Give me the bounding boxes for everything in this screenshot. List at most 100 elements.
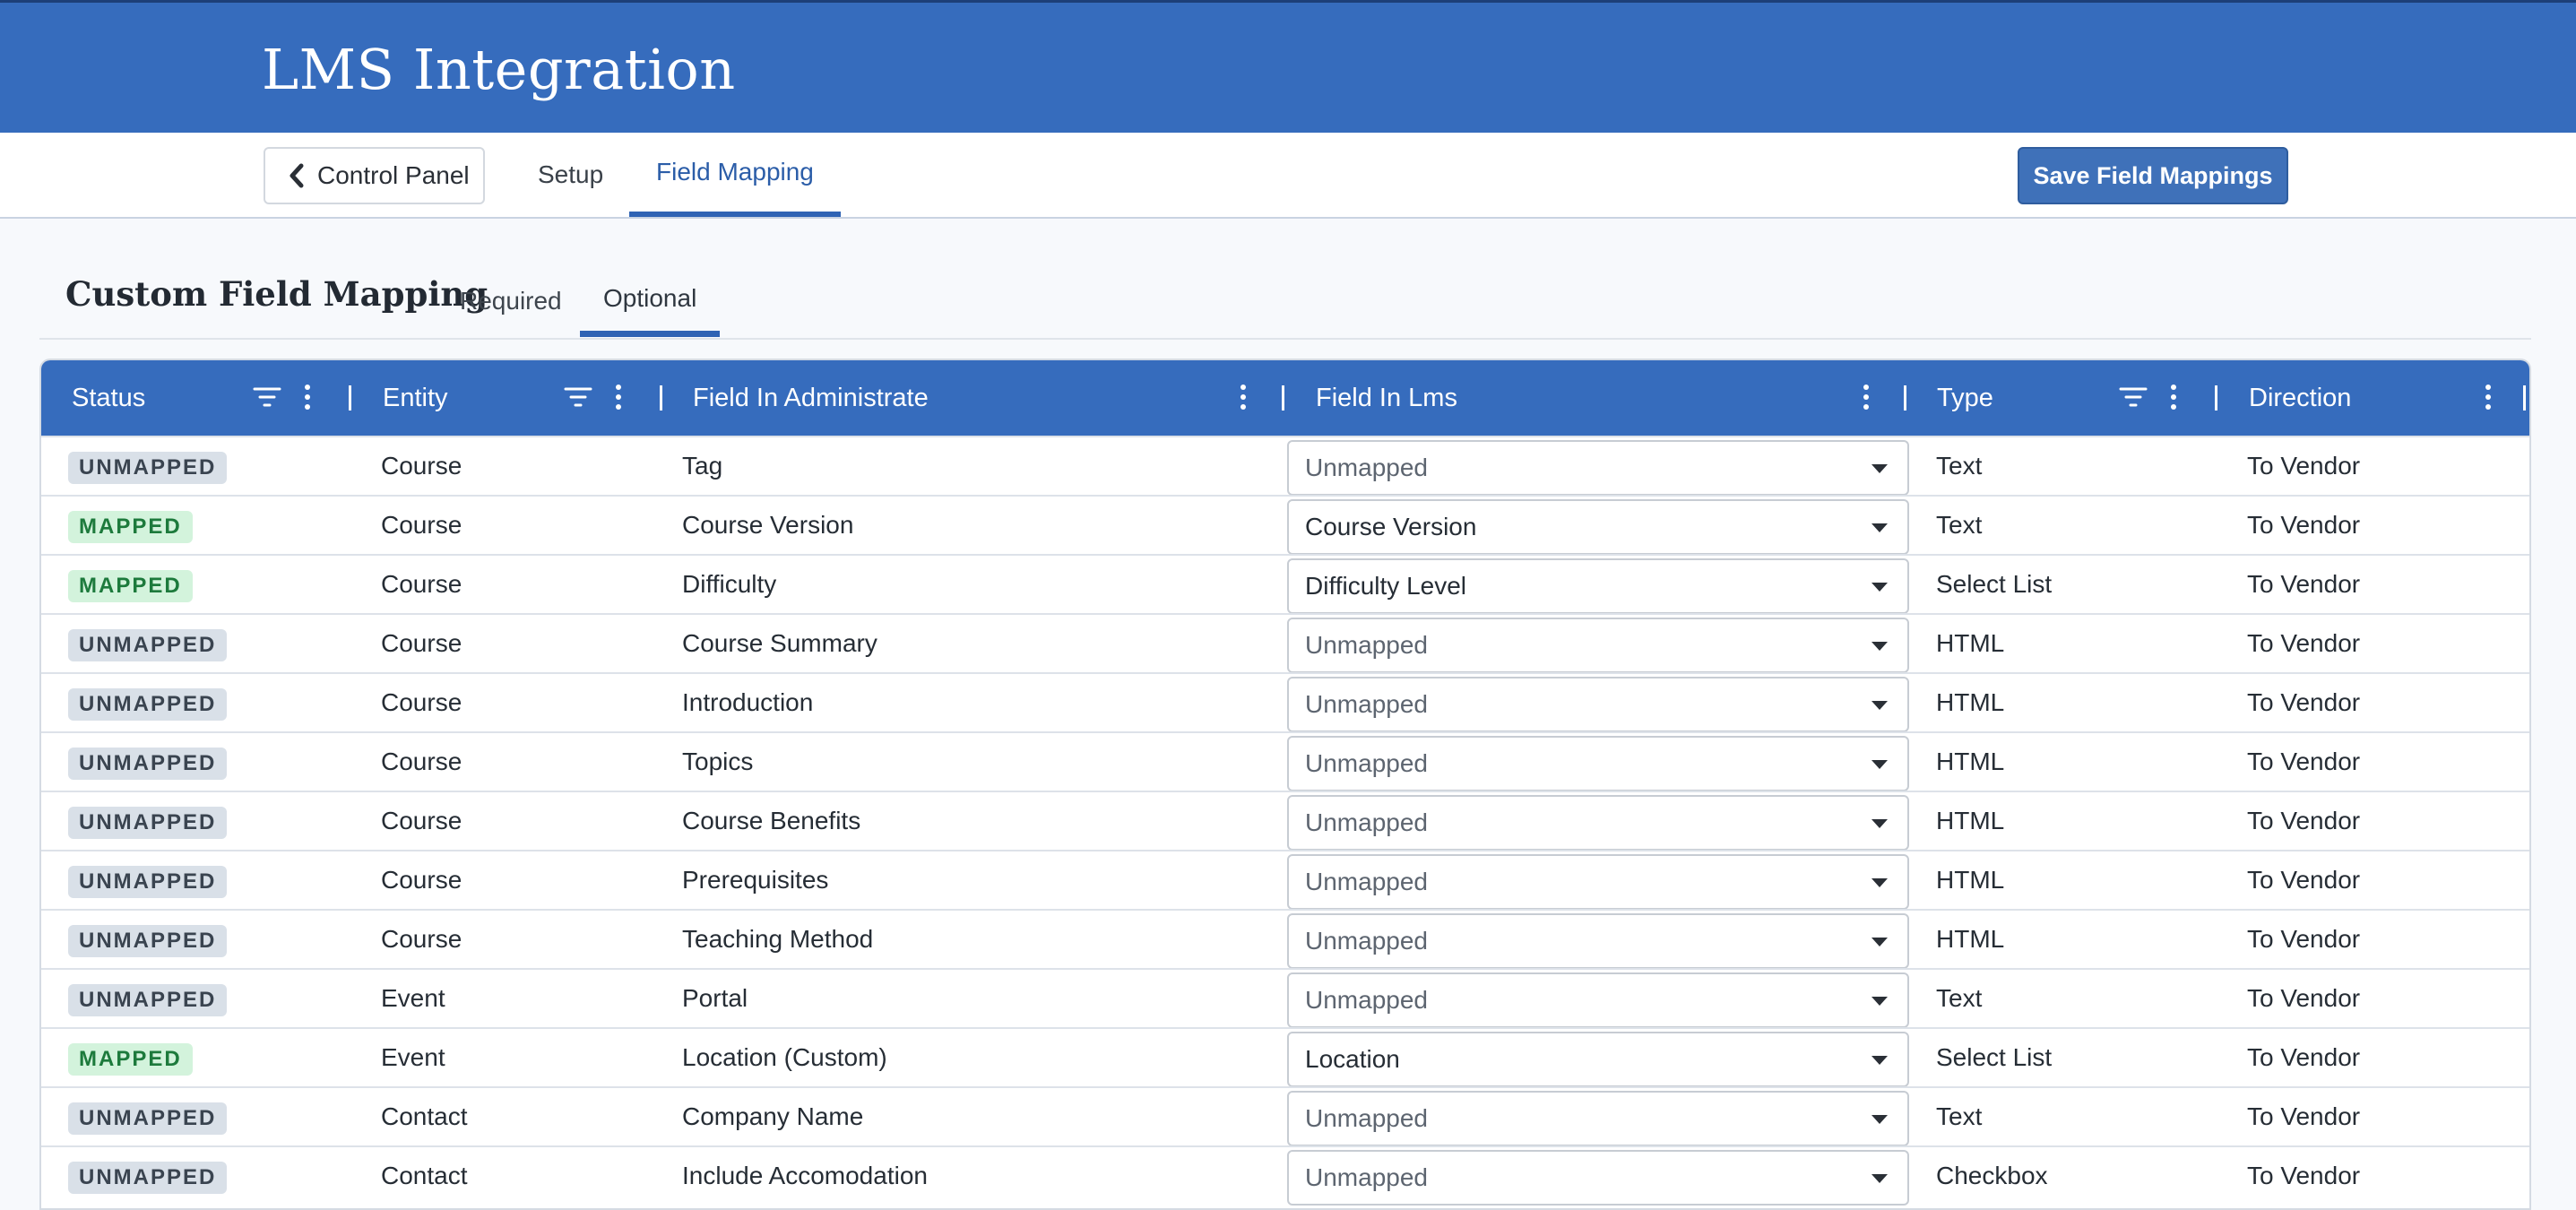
column-header-status[interactable]: Status (72, 360, 145, 436)
status-badge: MAPPED (68, 511, 193, 543)
control-panel-back-button[interactable]: Control Panel (264, 147, 485, 204)
column-header-field-in-lms[interactable]: Field In Lms (1316, 360, 1457, 436)
field-administrate-cell: Location (Custom) (682, 1043, 887, 1071)
field-lms-select[interactable]: Location (1287, 1032, 1909, 1087)
table-row[interactable]: UNMAPPED Contact Include Accomodation Unmap… (41, 1145, 2529, 1206)
caret-down-icon (1871, 819, 1888, 828)
field-lms-value: Difficulty Level (1305, 572, 1467, 600)
type-cell: HTML (1936, 748, 2005, 775)
filter-icon[interactable] (253, 384, 281, 411)
entity-cell: Course (381, 866, 462, 894)
nav-bar: Control Panel Setup Field Mapping Save F… (0, 133, 2576, 219)
app-header: LMS Integration (0, 0, 2576, 133)
field-lms-select[interactable]: Unmapped (1287, 677, 1909, 732)
field-lms-select[interactable]: Course Version (1287, 499, 1909, 555)
entity-cell: Event (381, 984, 445, 1012)
table-row[interactable]: UNMAPPED Event Portal Unmapped Text To Vendor (41, 968, 2529, 1028)
type-cell: Text (1936, 452, 1983, 480)
field-lms-select[interactable]: Difficulty Level (1287, 558, 1909, 614)
field-lms-select[interactable]: Unmapped (1287, 795, 1909, 851)
save-field-mappings-button[interactable]: Save Field Mappings (2018, 147, 2288, 204)
column-resize-handle[interactable] (2215, 385, 2217, 411)
status-badge: UNMAPPED (68, 629, 228, 661)
tab-field-mapping[interactable]: Field Mapping (629, 133, 841, 217)
field-lms-value: Unmapped (1305, 690, 1428, 718)
direction-cell: To Vendor (2247, 452, 2361, 480)
subtab-optional[interactable]: Optional (580, 265, 721, 337)
field-lms-select[interactable]: Unmapped (1287, 972, 1909, 1028)
field-administrate-cell: Introduction (682, 688, 814, 716)
type-cell: Select List (1936, 1043, 2053, 1071)
column-resize-handle[interactable] (1282, 385, 1284, 411)
field-lms-value: Unmapped (1305, 808, 1428, 836)
field-lms-select[interactable]: Unmapped (1287, 618, 1909, 673)
field-lms-value: Course Version (1305, 513, 1477, 540)
status-badge: UNMAPPED (68, 1162, 228, 1194)
entity-cell: Course (381, 807, 462, 834)
tab-setup[interactable]: Setup (538, 133, 603, 217)
column-resize-handle[interactable] (660, 385, 662, 411)
app-title: LMS Integration (262, 37, 736, 102)
table-row[interactable]: UNMAPPED Course Tag Unmapped Text To Vendor (41, 436, 2529, 496)
direction-cell: To Vendor (2247, 866, 2361, 894)
status-badge: UNMAPPED (68, 807, 228, 839)
caret-down-icon (1871, 938, 1888, 946)
entity-cell: Course (381, 570, 462, 598)
column-resize-handle[interactable] (1904, 385, 1906, 411)
direction-cell: To Vendor (2247, 570, 2361, 598)
direction-cell: To Vendor (2247, 807, 2361, 834)
entity-cell: Course (381, 511, 462, 539)
caret-down-icon (1871, 760, 1888, 769)
field-lms-select[interactable]: Unmapped (1287, 736, 1909, 791)
direction-cell: To Vendor (2247, 1102, 2361, 1130)
filter-icon[interactable] (564, 384, 592, 411)
column-resize-handle[interactable] (349, 385, 351, 411)
field-lms-select[interactable]: Unmapped (1287, 1150, 1909, 1206)
table-row[interactable]: UNMAPPED Course Prerequisites Unmapped HTML T… (41, 850, 2529, 910)
status-badge: UNMAPPED (68, 748, 228, 780)
column-menu-icon[interactable] (614, 384, 623, 411)
field-lms-value: Unmapped (1305, 749, 1428, 777)
entity-cell: Course (381, 688, 462, 716)
table-row[interactable]: UNMAPPED Course Teaching Method Unmapped HTM… (41, 909, 2529, 969)
column-resize-handle[interactable] (2523, 385, 2526, 411)
table-row[interactable]: UNMAPPED Course Topics Unmapped HTML To Vendo… (41, 731, 2529, 791)
table-row[interactable]: UNMAPPED Course Course Summary Unmapped HTML… (41, 613, 2529, 673)
direction-cell: To Vendor (2247, 748, 2361, 775)
field-lms-select[interactable]: Unmapped (1287, 440, 1909, 496)
column-menu-icon[interactable] (303, 384, 312, 411)
table-row[interactable]: UNMAPPED Contact Company Name Unmapped Text T… (41, 1086, 2529, 1146)
subtab-required[interactable]: Required (460, 265, 562, 337)
caret-down-icon (1871, 1056, 1888, 1065)
field-lms-select[interactable]: Unmapped (1287, 854, 1909, 910)
column-menu-icon[interactable] (2484, 384, 2493, 411)
column-header-direction[interactable]: Direction (2249, 360, 2351, 436)
table-row[interactable]: MAPPED Event Location (Custom) Location Sele… (41, 1027, 2529, 1087)
column-menu-icon[interactable] (2169, 384, 2178, 411)
table-row[interactable]: UNMAPPED Course Introduction Unmapped HTML To… (41, 672, 2529, 732)
type-cell: HTML (1936, 688, 2005, 716)
direction-cell: To Vendor (2247, 629, 2361, 657)
direction-cell: To Vendor (2247, 1162, 2361, 1189)
chevron-left-icon (290, 163, 304, 188)
entity-cell: Course (381, 452, 462, 480)
table-row[interactable]: MAPPED Course Difficulty Difficulty Level Se… (41, 554, 2529, 614)
field-lms-value: Unmapped (1305, 454, 1428, 481)
field-lms-select[interactable]: Unmapped (1287, 913, 1909, 969)
field-administrate-cell: Include Accomodation (682, 1162, 928, 1189)
grid-header: Status Entity Field In Administrate Fiel… (41, 360, 2529, 436)
column-menu-icon[interactable] (1862, 384, 1871, 411)
column-header-type[interactable]: Type (1937, 360, 1993, 436)
column-menu-icon[interactable] (1239, 384, 1248, 411)
status-badge: UNMAPPED (68, 452, 228, 484)
status-badge: MAPPED (68, 1043, 193, 1076)
column-header-entity[interactable]: Entity (383, 360, 448, 436)
field-lms-select[interactable]: Unmapped (1287, 1091, 1909, 1146)
field-lms-value: Unmapped (1305, 1104, 1428, 1132)
column-header-field-in-administrate[interactable]: Field In Administrate (693, 360, 929, 436)
status-badge: UNMAPPED (68, 925, 228, 957)
table-row[interactable]: UNMAPPED Course Course Benefits Unmapped HTM… (41, 791, 2529, 851)
table-row[interactable]: MAPPED Course Course Version Course Version… (41, 495, 2529, 555)
filter-icon[interactable] (2119, 384, 2148, 411)
field-administrate-cell: Difficulty (682, 570, 777, 598)
